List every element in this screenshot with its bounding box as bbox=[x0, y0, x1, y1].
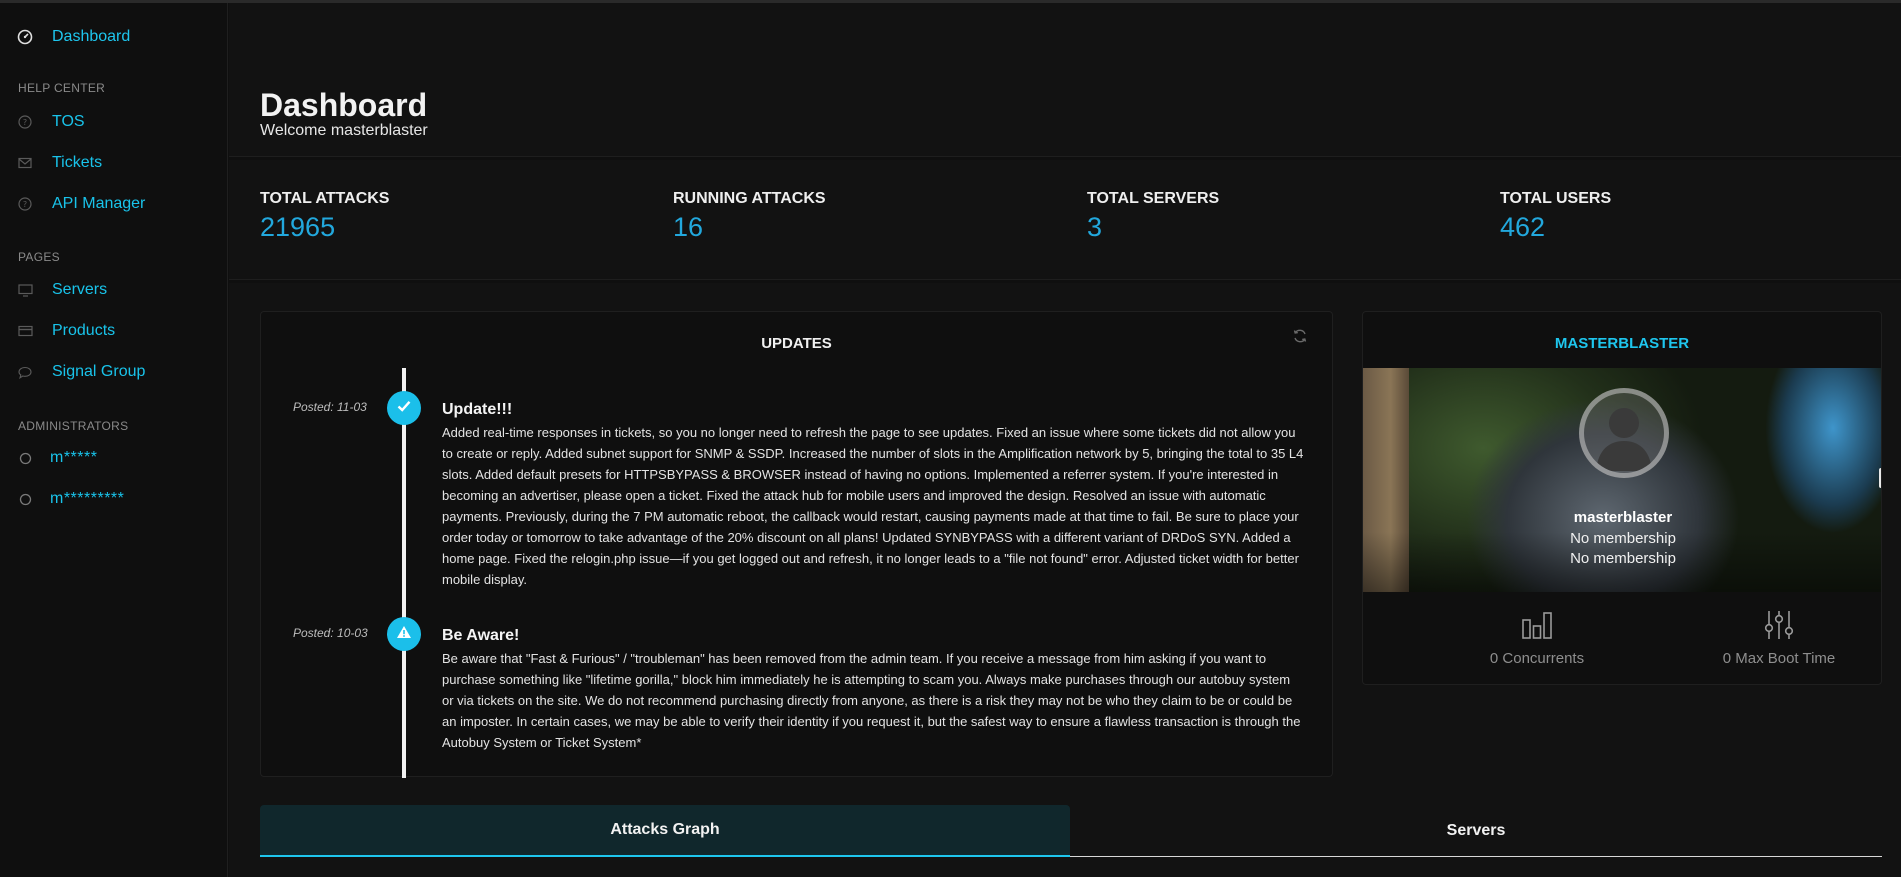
warning-icon bbox=[396, 625, 412, 644]
stat-label: TOTAL SERVERS bbox=[1087, 190, 1220, 207]
page-title: Dashboard bbox=[260, 87, 428, 123]
membership-text: No membership bbox=[1570, 530, 1676, 547]
bottom-tabs: Attacks Graph Servers bbox=[260, 805, 1882, 857]
monitor-icon bbox=[16, 281, 34, 299]
stat-total-attacks: TOTAL ATTACKS 21965 bbox=[260, 190, 389, 243]
banner-username: masterblaster bbox=[1573, 509, 1673, 526]
update-body: Be aware that "Fast & Furious" / "troubl… bbox=[442, 651, 1301, 750]
sidebar-item-label: Products bbox=[52, 322, 116, 339]
sidebar-item-signal-group[interactable]: Signal Group bbox=[0, 355, 228, 389]
membership-text: No membership bbox=[1570, 550, 1676, 567]
envelope-icon bbox=[16, 154, 34, 172]
speedometer-icon bbox=[16, 28, 34, 46]
timeline-badge bbox=[387, 391, 421, 425]
concurrents-label: 0 Concurrents bbox=[1489, 650, 1585, 667]
section-administrators: ADMINISTRATORS bbox=[18, 419, 129, 433]
stat-label: TOTAL ATTACKS bbox=[260, 190, 390, 207]
sidebar-item-label: TOS bbox=[52, 113, 85, 130]
admin-name: m********* bbox=[50, 490, 125, 507]
user-silhouette-icon bbox=[1596, 408, 1652, 471]
sidebar-item-label: Servers bbox=[52, 281, 108, 298]
sidebar-item-dashboard[interactable]: Dashboard bbox=[0, 20, 228, 54]
stat-value: 3 bbox=[1087, 212, 1103, 242]
stat-label: TOTAL USERS bbox=[1500, 190, 1612, 207]
timeline-date: Posted: 11-03 bbox=[293, 400, 367, 414]
svg-text:?: ? bbox=[23, 118, 27, 127]
sidebar-item-label: API Manager bbox=[52, 195, 146, 212]
stat-total-servers: TOTAL SERVERS 3 bbox=[1087, 190, 1219, 243]
circle-icon bbox=[16, 490, 34, 508]
main-content: Dashboard Welcome masterblaster TOTAL AT… bbox=[229, 3, 1901, 877]
profile-card: MASTERBLASTER masterblaster No membershi… bbox=[1362, 311, 1882, 685]
sidebar-item-api-manager[interactable]: ? API Manager bbox=[0, 187, 228, 221]
max-boot-time-stat: 0 Max Boot Time bbox=[1689, 608, 1869, 667]
stat-value: 462 bbox=[1500, 212, 1546, 242]
timeline-date: Posted: 10-03 bbox=[293, 626, 368, 640]
check-icon bbox=[397, 399, 411, 417]
admin-name: m***** bbox=[50, 449, 98, 466]
sidebar-item-products[interactable]: Products bbox=[0, 314, 228, 348]
sidebar-item-tickets[interactable]: Tickets bbox=[0, 146, 228, 180]
sidebar: Dashboard HELP CENTER ? TOS Tickets ? AP… bbox=[0, 3, 228, 877]
section-help-center: HELP CENTER bbox=[18, 81, 106, 95]
timeline-badge bbox=[387, 617, 421, 651]
profile-banner-image: masterblaster No membership No membershi… bbox=[1363, 368, 1881, 592]
update-title: Be Aware! bbox=[442, 627, 520, 644]
admin-item[interactable]: m***** bbox=[0, 441, 228, 475]
refresh-icon[interactable] bbox=[1292, 328, 1310, 346]
credit-card-icon bbox=[16, 322, 34, 340]
stat-label: RUNNING ATTACKS bbox=[673, 190, 826, 207]
welcome-text: Welcome masterblaster bbox=[260, 122, 428, 139]
stats-panel: TOTAL ATTACKS 21965 RUNNING ATTACKS 16 T… bbox=[229, 160, 1901, 280]
circle-icon bbox=[16, 449, 34, 467]
scroll-handle[interactable] bbox=[1879, 468, 1881, 488]
update-title: Update!!! bbox=[442, 401, 513, 418]
stat-running-attacks: RUNNING ATTACKS 16 bbox=[673, 190, 826, 243]
tab-servers[interactable]: Servers bbox=[1070, 805, 1882, 857]
section-pages: PAGES bbox=[18, 250, 60, 264]
question-circle-icon: ? bbox=[16, 113, 34, 131]
page-header: Dashboard Welcome masterblaster bbox=[229, 3, 1901, 157]
stat-value: 21965 bbox=[260, 212, 336, 242]
profile-heading: MASTERBLASTER bbox=[1554, 335, 1690, 352]
sliders-icon bbox=[1762, 608, 1796, 642]
sidebar-item-label: Signal Group bbox=[52, 363, 146, 380]
sidebar-item-label: Tickets bbox=[52, 154, 103, 171]
stat-value: 16 bbox=[673, 212, 704, 242]
stat-total-users: TOTAL USERS 462 bbox=[1500, 190, 1611, 243]
sidebar-item-servers[interactable]: Servers bbox=[0, 273, 228, 307]
update-body: Added real-time responses in tickets, so… bbox=[442, 425, 1304, 587]
sidebar-item-tos[interactable]: ? TOS bbox=[0, 105, 228, 139]
avatar bbox=[1579, 388, 1669, 478]
max-boot-time-label: 0 Max Boot Time bbox=[1722, 650, 1836, 667]
chat-bubble-icon bbox=[16, 363, 34, 381]
content-panel: UPDATES Posted: 11-03 Update!!! Added re… bbox=[229, 283, 1901, 877]
question-circle-icon: ? bbox=[16, 195, 34, 213]
updates-title: UPDATES bbox=[761, 335, 832, 352]
concurrents-stat: 0 Concurrents bbox=[1447, 608, 1627, 667]
updates-card: UPDATES Posted: 11-03 Update!!! Added re… bbox=[260, 311, 1333, 778]
svg-text:?: ? bbox=[23, 200, 27, 209]
tab-attacks-graph[interactable]: Attacks Graph bbox=[260, 805, 1070, 857]
bar-chart-icon bbox=[1520, 608, 1554, 642]
sidebar-item-label: Dashboard bbox=[52, 28, 131, 45]
admin-item[interactable]: m********* bbox=[0, 482, 228, 516]
timeline-line bbox=[402, 368, 406, 778]
